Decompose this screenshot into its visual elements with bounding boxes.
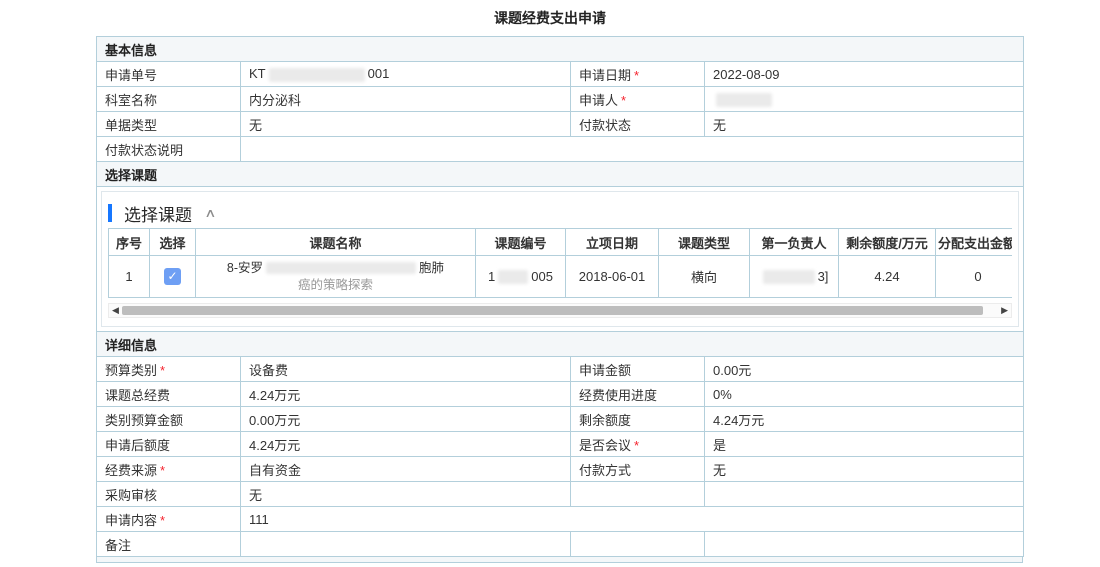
col-header-remaining: 剩余额度/万元: [839, 229, 936, 256]
cell-start-date: 2018-06-01: [566, 256, 659, 298]
project-table-header-row: 序号 选择 课题名称 课题编号 立项日期 课题类型 第一负责人 剩余额度/万元 …: [109, 229, 1013, 256]
required-star: *: [160, 363, 165, 378]
project-table-wrapper: 序号 选择 课题名称 课题编号 立项日期 课题类型 第一负责人 剩余额度/万元 …: [108, 228, 1012, 298]
col-header-type: 课题类型: [659, 229, 750, 256]
redaction-blur: [269, 68, 365, 82]
cell-allocated-amount: 0: [936, 256, 1013, 298]
label-pay-note: 付款状态说明: [97, 137, 241, 162]
label-pay-method: 付款方式: [571, 457, 705, 482]
required-star: *: [160, 513, 165, 528]
required-star: *: [160, 463, 165, 478]
label-procurement-review: 采购审核: [97, 482, 241, 507]
value-budget-category: 设备费: [241, 357, 571, 382]
horizontal-scrollbar[interactable]: ◀ ▶: [108, 303, 1012, 318]
empty-cell: [571, 532, 705, 557]
col-header-name: 课题名称: [196, 229, 476, 256]
label-pay-status: 付款状态: [571, 112, 705, 137]
value-doc-type: 无: [241, 112, 571, 137]
redaction-blur: [763, 270, 815, 284]
panel-title: 选择课题: [124, 201, 192, 226]
value-remaining-quota: 4.24万元: [705, 407, 1024, 432]
cell-select: ✓: [150, 256, 196, 298]
value-apply-amount: 0.00元: [705, 357, 1024, 382]
label-remaining-quota: 剩余额度: [571, 407, 705, 432]
label-post-apply-quota: 申请后额度: [97, 432, 241, 457]
basic-info-table: 基本信息 申请单号 KT001 申请日期* 2022-08-09 科室名称 内分…: [96, 36, 1024, 162]
required-star: *: [634, 438, 639, 453]
project-table-row: 1 ✓ 8-安罗胞肺 癌的策略探索 1005 2018-06-01 横向 3]: [109, 256, 1013, 298]
cell-index: 1: [109, 256, 150, 298]
cell-project-code: 1005: [476, 256, 566, 298]
cell-project-type: 横向: [659, 256, 750, 298]
redaction-blur: [498, 270, 528, 284]
redaction-blur: [716, 93, 772, 107]
value-pay-method: 无: [705, 457, 1024, 482]
project-table: 序号 选择 课题名称 课题编号 立项日期 课题类型 第一负责人 剩余额度/万元 …: [108, 228, 1012, 298]
label-fund-source: 经费来源*: [97, 457, 241, 482]
collapse-icon[interactable]: ∧: [204, 206, 216, 220]
label-usage-progress: 经费使用进度: [571, 382, 705, 407]
label-dept: 科室名称: [97, 87, 241, 112]
scroll-right-icon[interactable]: ▶: [1001, 306, 1008, 315]
value-total-fund: 4.24万元: [241, 382, 571, 407]
select-project-panel: 选择课题 ∧ 序号 选择: [101, 191, 1019, 327]
label-app-date: 申请日期*: [571, 62, 705, 87]
col-header-code: 课题编号: [476, 229, 566, 256]
project-panel-cell: 选择课题 ∧ 序号 选择: [97, 187, 1024, 332]
required-star: *: [621, 93, 626, 108]
label-category-budget: 类别预算金额: [97, 407, 241, 432]
value-pay-status: 无: [705, 112, 1024, 137]
cell-project-name: 8-安罗胞肺 癌的策略探索: [196, 256, 476, 298]
label-apply-amount: 申请金额: [571, 357, 705, 382]
label-budget-category: 预算类别*: [97, 357, 241, 382]
value-procurement-review: 无: [241, 482, 571, 507]
value-app-date: 2022-08-09: [705, 62, 1024, 87]
form-container: 基本信息 申请单号 KT001 申请日期* 2022-08-09 科室名称 内分…: [96, 36, 1023, 563]
row-select-checkbox[interactable]: ✓: [164, 268, 181, 285]
cell-leader: 3]: [750, 256, 839, 298]
value-remark: [241, 532, 571, 557]
section-header-select-project: 选择课题: [97, 162, 1024, 187]
col-header-start-date: 立项日期: [566, 229, 659, 256]
value-category-budget: 0.00万元: [241, 407, 571, 432]
label-total-fund: 课题总经费: [97, 382, 241, 407]
label-is-meeting: 是否会议*: [571, 432, 705, 457]
col-header-leader: 第一负责人: [750, 229, 839, 256]
value-dept: 内分泌科: [241, 87, 571, 112]
empty-cell: [571, 482, 705, 507]
scrollbar-thumb[interactable]: [122, 306, 983, 315]
detail-info-table: 详细信息 预算类别* 设备费 申请金额 0.00元 课题总经费 4.24万元 经…: [96, 331, 1024, 557]
section-header-detail-info: 详细信息: [97, 332, 1024, 357]
value-pay-note: [241, 137, 1024, 162]
project-section-table: 选择课题 选择课题 ∧: [96, 161, 1024, 332]
cell-remaining-quota: 4.24: [839, 256, 936, 298]
label-doc-type: 单据类型: [97, 112, 241, 137]
value-apply-content: 111: [241, 507, 1024, 532]
empty-cell: [705, 482, 1024, 507]
value-post-apply-quota: 4.24万元: [241, 432, 571, 457]
value-app-no: KT001: [241, 62, 571, 87]
label-applicant: 申请人*: [571, 87, 705, 112]
col-header-select: 选择: [150, 229, 196, 256]
col-header-allocated: 分配支出金额/元: [936, 229, 1013, 256]
section-header-basic-info: 基本信息: [97, 37, 1024, 62]
required-star: *: [634, 68, 639, 83]
col-header-index: 序号: [109, 229, 150, 256]
scroll-left-icon[interactable]: ◀: [112, 306, 119, 315]
panel-title-row: 选择课题 ∧: [108, 198, 1012, 228]
empty-cell: [705, 532, 1024, 557]
label-app-no: 申请单号: [97, 62, 241, 87]
accent-bar: [108, 204, 112, 222]
label-remark: 备注: [97, 532, 241, 557]
value-applicant: [705, 87, 1024, 112]
value-usage-progress: 0%: [705, 382, 1024, 407]
value-is-meeting: 是: [705, 432, 1024, 457]
next-section-header-cutoff: [96, 556, 1023, 563]
label-apply-content: 申请内容*: [97, 507, 241, 532]
value-fund-source: 自有资金: [241, 457, 571, 482]
page-title: 课题经费支出申请: [0, 0, 1100, 37]
redaction-blur: [266, 262, 416, 274]
